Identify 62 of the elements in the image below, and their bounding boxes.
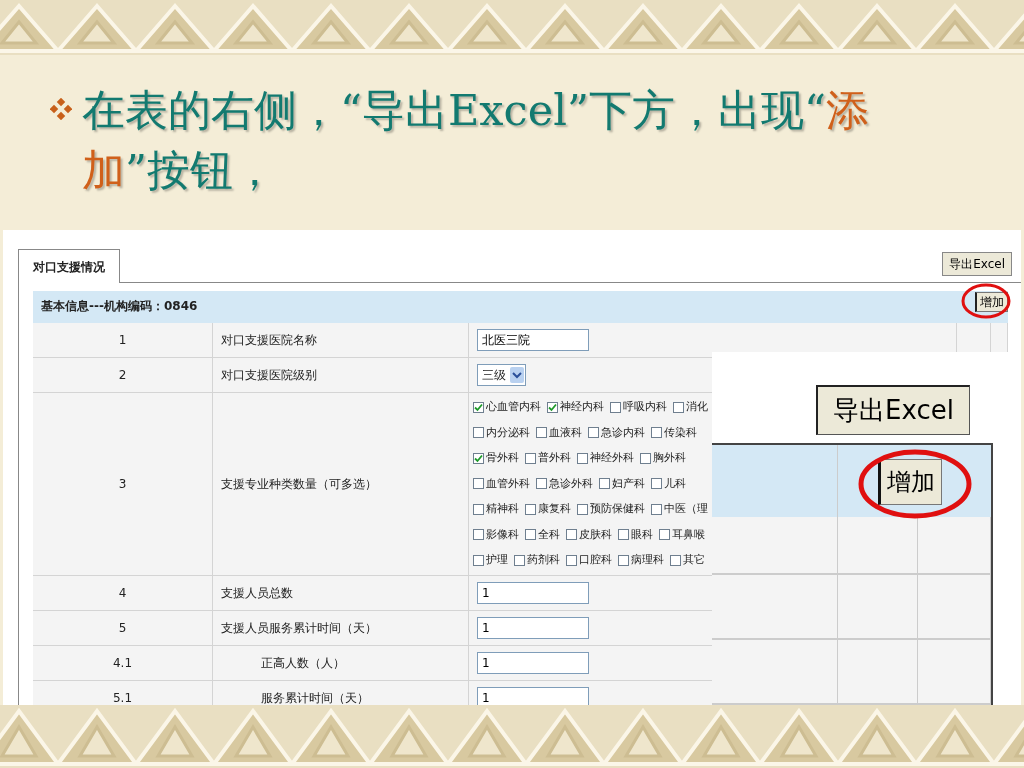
checkbox-option[interactable]: 病理科 (618, 552, 664, 569)
checkmark-icon (474, 453, 483, 463)
field-label: 对口支援医院级别 (221, 367, 317, 384)
checkbox-option[interactable]: 影像科 (473, 526, 519, 543)
field-label: 对口支援医院名称 (221, 332, 317, 349)
checkmark-icon (474, 402, 483, 412)
checkbox-option[interactable]: 药剂科 (514, 552, 560, 569)
text-field[interactable]: 1 (477, 616, 589, 639)
checkbox-option[interactable]: 血液科 (536, 424, 582, 441)
field-label: 服务累计时间（天） (261, 689, 369, 705)
text-field[interactable]: 北医三院 (477, 329, 589, 351)
row-number: 3 (33, 393, 213, 576)
row-number: 5.1 (33, 680, 213, 705)
checkmark-icon (548, 402, 557, 412)
checkbox-option[interactable]: 儿科 (651, 475, 686, 492)
field-label: 支援专业种类数量（可多选） (221, 475, 377, 493)
slide-title: 在表的右侧，“导出Excel”下方，出现“添加”按钮， (82, 84, 870, 197)
text-field[interactable]: 1 (477, 651, 589, 674)
checkbox-option[interactable]: 全科 (525, 526, 560, 543)
text-field[interactable]: 1 (477, 686, 589, 705)
row-number: 4 (33, 575, 213, 611)
field-label: 正高人数（人） (261, 654, 345, 672)
checkbox-option[interactable]: 心血管内科 (473, 399, 541, 416)
checkbox-option[interactable]: 骨外科 (473, 450, 519, 467)
export-excel-button[interactable]: 导出Excel (816, 385, 970, 435)
row-number: 2 (33, 358, 213, 393)
checkbox-option[interactable]: 皮肤科 (566, 526, 612, 543)
field-label: 支援人员总数 (221, 584, 293, 602)
checkbox-option[interactable]: 精神科 (473, 501, 519, 518)
tab[interactable]: 对口支援情况 (18, 249, 120, 283)
checkbox-option[interactable]: 胸外科 (640, 450, 686, 467)
checkbox-option[interactable]: 急诊内科 (588, 424, 645, 441)
field-label: 支援人员服务累计时间（天） (221, 619, 377, 637)
checkbox-option[interactable]: 普外科 (525, 450, 571, 467)
checkbox-option[interactable]: 预防保健科 (577, 501, 645, 518)
add-button[interactable]: 增加 (878, 459, 942, 505)
checkbox-option[interactable]: 口腔科 (566, 552, 612, 569)
checkbox-option[interactable]: 急诊外科 (536, 475, 593, 492)
checkbox-option[interactable]: 耳鼻喉 (659, 526, 705, 543)
checkbox-option[interactable]: 传染科 (651, 424, 697, 441)
row-number: 4.1 (33, 645, 213, 681)
add-button[interactable]: 增加 (975, 292, 1008, 312)
bullet-icon (50, 98, 72, 120)
text-field[interactable]: 1 (477, 581, 589, 604)
export-excel-button[interactable]: 导出Excel (942, 252, 1012, 276)
checkbox-option[interactable]: 中医（理 (651, 501, 708, 518)
checkbox-option[interactable]: 护理 (473, 552, 508, 569)
checkbox-option[interactable]: 眼科 (618, 526, 653, 543)
row-number: 1 (33, 323, 213, 358)
checkbox-option[interactable]: 内分泌科 (473, 424, 530, 441)
checkbox-option[interactable]: 血管外科 (473, 475, 530, 492)
checkbox-option[interactable]: 神经外科 (577, 450, 634, 467)
checkbox-option[interactable]: 其它 (670, 552, 705, 569)
checkbox-option[interactable]: 康复科 (525, 501, 571, 518)
row-number: 5 (33, 610, 213, 646)
checkbox-option[interactable]: 消化 (673, 399, 708, 416)
checkbox-option[interactable]: 妇产科 (599, 475, 645, 492)
highlight-ellipse (960, 282, 1012, 320)
checkbox-option[interactable]: 神经内科 (547, 399, 604, 416)
select-field[interactable]: 三级 (477, 364, 526, 386)
section-header: 基本信息---机构编码：0846 (33, 291, 957, 323)
checkbox-option[interactable]: 呼吸内科 (610, 399, 667, 416)
